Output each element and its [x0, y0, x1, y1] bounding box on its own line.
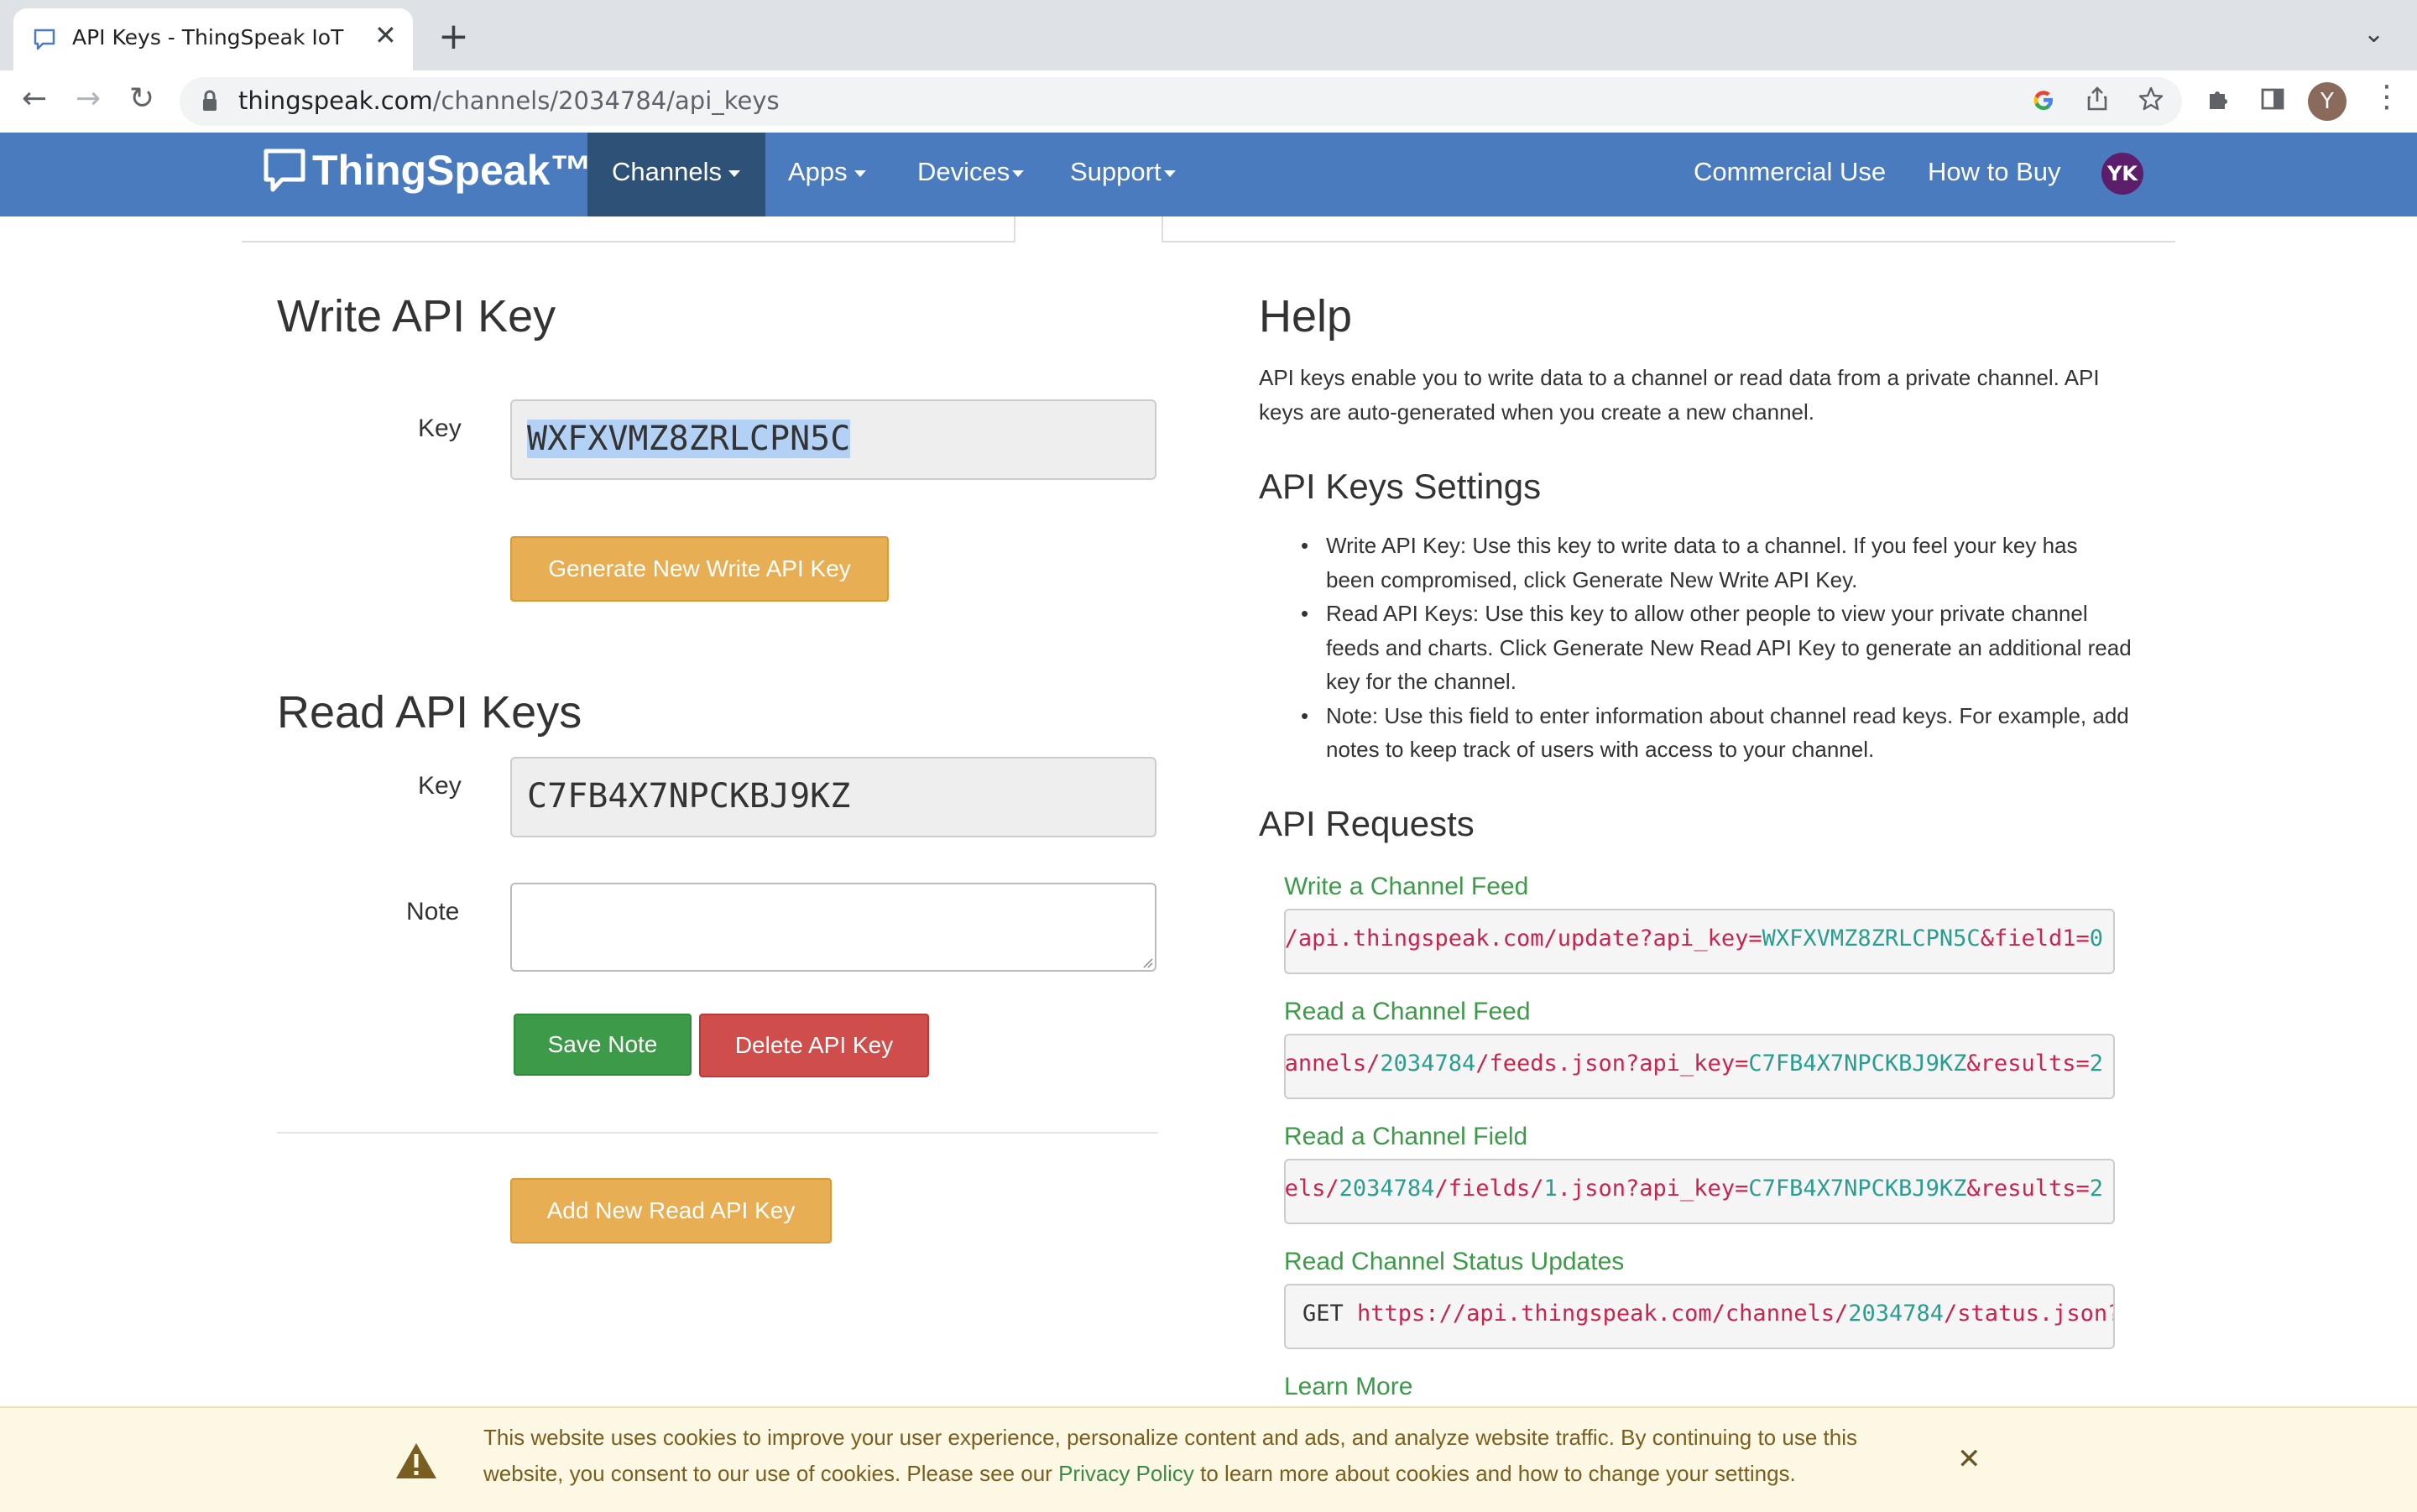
resize-handle-icon[interactable]: [1141, 957, 1153, 968]
generate-write-key-button[interactable]: Generate New Write API Key: [510, 536, 889, 602]
code-segment: &results=: [1966, 1051, 2090, 1077]
code-status-updates[interactable]: GET https://api.thingspeak.com/channels/…: [1284, 1284, 2115, 1349]
read-key-value[interactable]: C7FB4X7NPCKBJ9KZ: [527, 777, 850, 816]
caret-down-icon: [1163, 169, 1176, 177]
chat-bubble-icon: [34, 29, 55, 50]
settings-item-note: Note: Use this field to enter informatio…: [1259, 699, 2132, 767]
code-segment: 2: [2089, 1176, 2103, 1202]
write-key-value[interactable]: WXFXVMZ8ZRLCPN5C: [527, 420, 851, 458]
active-tab-border: [1014, 216, 1015, 242]
close-icon[interactable]: ✕: [1957, 1445, 1981, 1473]
help-title: Help: [1259, 291, 1353, 342]
code-segment: 2034784: [1380, 1051, 1476, 1077]
code-read-feed[interactable]: channels/2034784/feeds.json?api_key=C7FB…: [1284, 1034, 2115, 1099]
add-read-key-button[interactable]: Add New Read API Key: [510, 1178, 832, 1243]
browser-menu-icon[interactable]: ⋮: [2372, 82, 2402, 112]
settings-list: Write API Key: Use this key to write dat…: [1259, 529, 2132, 767]
nav-support-label: Support: [1070, 157, 1162, 186]
request-link-read-feed[interactable]: Read a Channel Feed: [1284, 998, 1531, 1026]
active-tab-border: [1162, 216, 1163, 242]
caret-down-icon: [854, 169, 866, 177]
delete-api-key-button[interactable]: Delete API Key: [699, 1014, 929, 1077]
cookie-text-after: to learn more about cookies and how to c…: [1193, 1461, 1796, 1486]
site-logo[interactable]: ThingSpeak™: [312, 146, 592, 195]
code-read-field[interactable]: nnels/2034784/fields/1.json?api_key=C7FB…: [1284, 1159, 2115, 1224]
lock-icon: [203, 90, 217, 111]
api-requests-title: API Requests: [1259, 804, 1475, 843]
tab-search-icon[interactable]: ⌄: [2363, 22, 2384, 47]
write-api-title: Write API Key: [277, 291, 556, 342]
write-key-label: Key: [418, 414, 462, 442]
back-icon[interactable]: ←: [22, 84, 47, 114]
puzzle-icon[interactable]: [2206, 86, 2232, 112]
url-host: thingspeak.com: [238, 86, 433, 115]
note-label: Note: [406, 898, 460, 925]
caret-down-icon: [728, 169, 740, 177]
read-key-label: Key: [418, 772, 462, 800]
code-segment: https://api.thingspeak.com/channels/: [1357, 1301, 1849, 1327]
tab-close-icon[interactable]: ✕: [374, 22, 397, 49]
url-text[interactable]: thingspeak.com/channels/2034784/api_keys: [238, 86, 780, 115]
section-divider: [277, 1132, 1158, 1134]
tab-title: API Keys - ThingSpeak IoT: [72, 25, 344, 50]
request-link-status-updates[interactable]: Read Channel Status Updates: [1284, 1248, 1624, 1276]
code-write-feed[interactable]: ://api.thingspeak.com/update?api_key=WXF…: [1284, 909, 2115, 974]
save-note-button[interactable]: Save Note: [514, 1014, 692, 1076]
new-tab-button[interactable]: +: [438, 18, 469, 55]
cookie-message: This website uses cookies to improve you…: [483, 1420, 1910, 1492]
code-segment: 0: [2089, 925, 2103, 952]
share-icon[interactable]: [2085, 86, 2110, 112]
api-keys-settings-title: API Keys Settings: [1259, 467, 1542, 506]
nav-devices[interactable]: Devices: [917, 157, 1025, 187]
code-segment: channels/: [1284, 1051, 1381, 1077]
code-segment: nnels/: [1284, 1176, 1339, 1202]
forward-icon[interactable]: →: [76, 84, 101, 114]
nav-apps-label: Apps: [788, 157, 848, 186]
settings-item-read: Read API Keys: Use this key to allow oth…: [1259, 597, 2132, 699]
reload-icon[interactable]: ↻: [129, 84, 154, 114]
code-segment: C7FB4X7NPCKBJ9KZ: [1748, 1051, 1967, 1077]
code-segment: &results=: [1966, 1176, 2090, 1202]
request-link-write-feed[interactable]: Write a Channel Feed: [1284, 873, 1528, 901]
code-segment: /fields/: [1434, 1176, 1544, 1202]
nav-commercial-use[interactable]: Commercial Use: [1694, 157, 1886, 187]
google-icon[interactable]: [2031, 87, 2056, 112]
user-avatar[interactable]: YK: [2101, 153, 2143, 195]
privacy-policy-link[interactable]: Privacy Policy: [1058, 1461, 1194, 1486]
code-segment: 2034784: [1848, 1301, 1945, 1327]
help-intro: API keys enable you to write data to a c…: [1259, 365, 2100, 425]
thingspeak-logo-icon[interactable]: [262, 146, 307, 196]
code-segment: WXFXVMZ8ZRLCPN5C: [1762, 925, 1981, 952]
nav-channels-label: Channels: [612, 157, 722, 186]
tabs-divider: [242, 241, 1015, 242]
nav-apps[interactable]: Apps: [788, 157, 866, 187]
code-segment: 2: [2089, 1051, 2103, 1077]
read-api-title: Read API Keys: [277, 687, 582, 738]
url-path: /channels/2034784/api_keys: [432, 86, 780, 115]
nav-channels[interactable]: Channels: [612, 157, 740, 187]
code-segment: &field1=: [1980, 925, 2090, 952]
write-key-selected-text: WXFXVMZ8ZRLCPN5C: [527, 420, 851, 458]
note-textarea[interactable]: [510, 883, 1156, 972]
settings-item-write: Write API Key: Use this key to write dat…: [1259, 529, 2132, 597]
code-segment: .json?api_key=: [1557, 1176, 1749, 1202]
code-segment: ://api.thingspeak.com/update?api_key=: [1284, 925, 1762, 952]
code-segment: /feeds.json?api_key=: [1475, 1051, 1749, 1077]
caret-down-icon: [1012, 169, 1025, 177]
request-link-read-field[interactable]: Read a Channel Field: [1284, 1123, 1527, 1151]
code-segment: GET: [1302, 1301, 1358, 1327]
nav-how-to-buy[interactable]: How to Buy: [1928, 157, 2061, 187]
learn-more-link[interactable]: Learn More: [1284, 1373, 1412, 1401]
code-segment: 2034784: [1339, 1176, 1435, 1202]
code-segment: 1: [1543, 1176, 1558, 1202]
code-segment: C7FB4X7NPCKBJ9KZ: [1748, 1176, 1967, 1202]
nav-devices-label: Devices: [917, 157, 1010, 186]
nav-support[interactable]: Support: [1070, 157, 1176, 187]
sidebar-icon[interactable]: [2259, 86, 2286, 112]
profile-avatar[interactable]: Y: [2308, 82, 2347, 121]
warning-icon: [396, 1443, 436, 1478]
star-icon[interactable]: [2138, 86, 2164, 112]
tabs-divider: [1163, 241, 2175, 242]
code-segment: /status.json?ap: [1944, 1301, 2113, 1327]
